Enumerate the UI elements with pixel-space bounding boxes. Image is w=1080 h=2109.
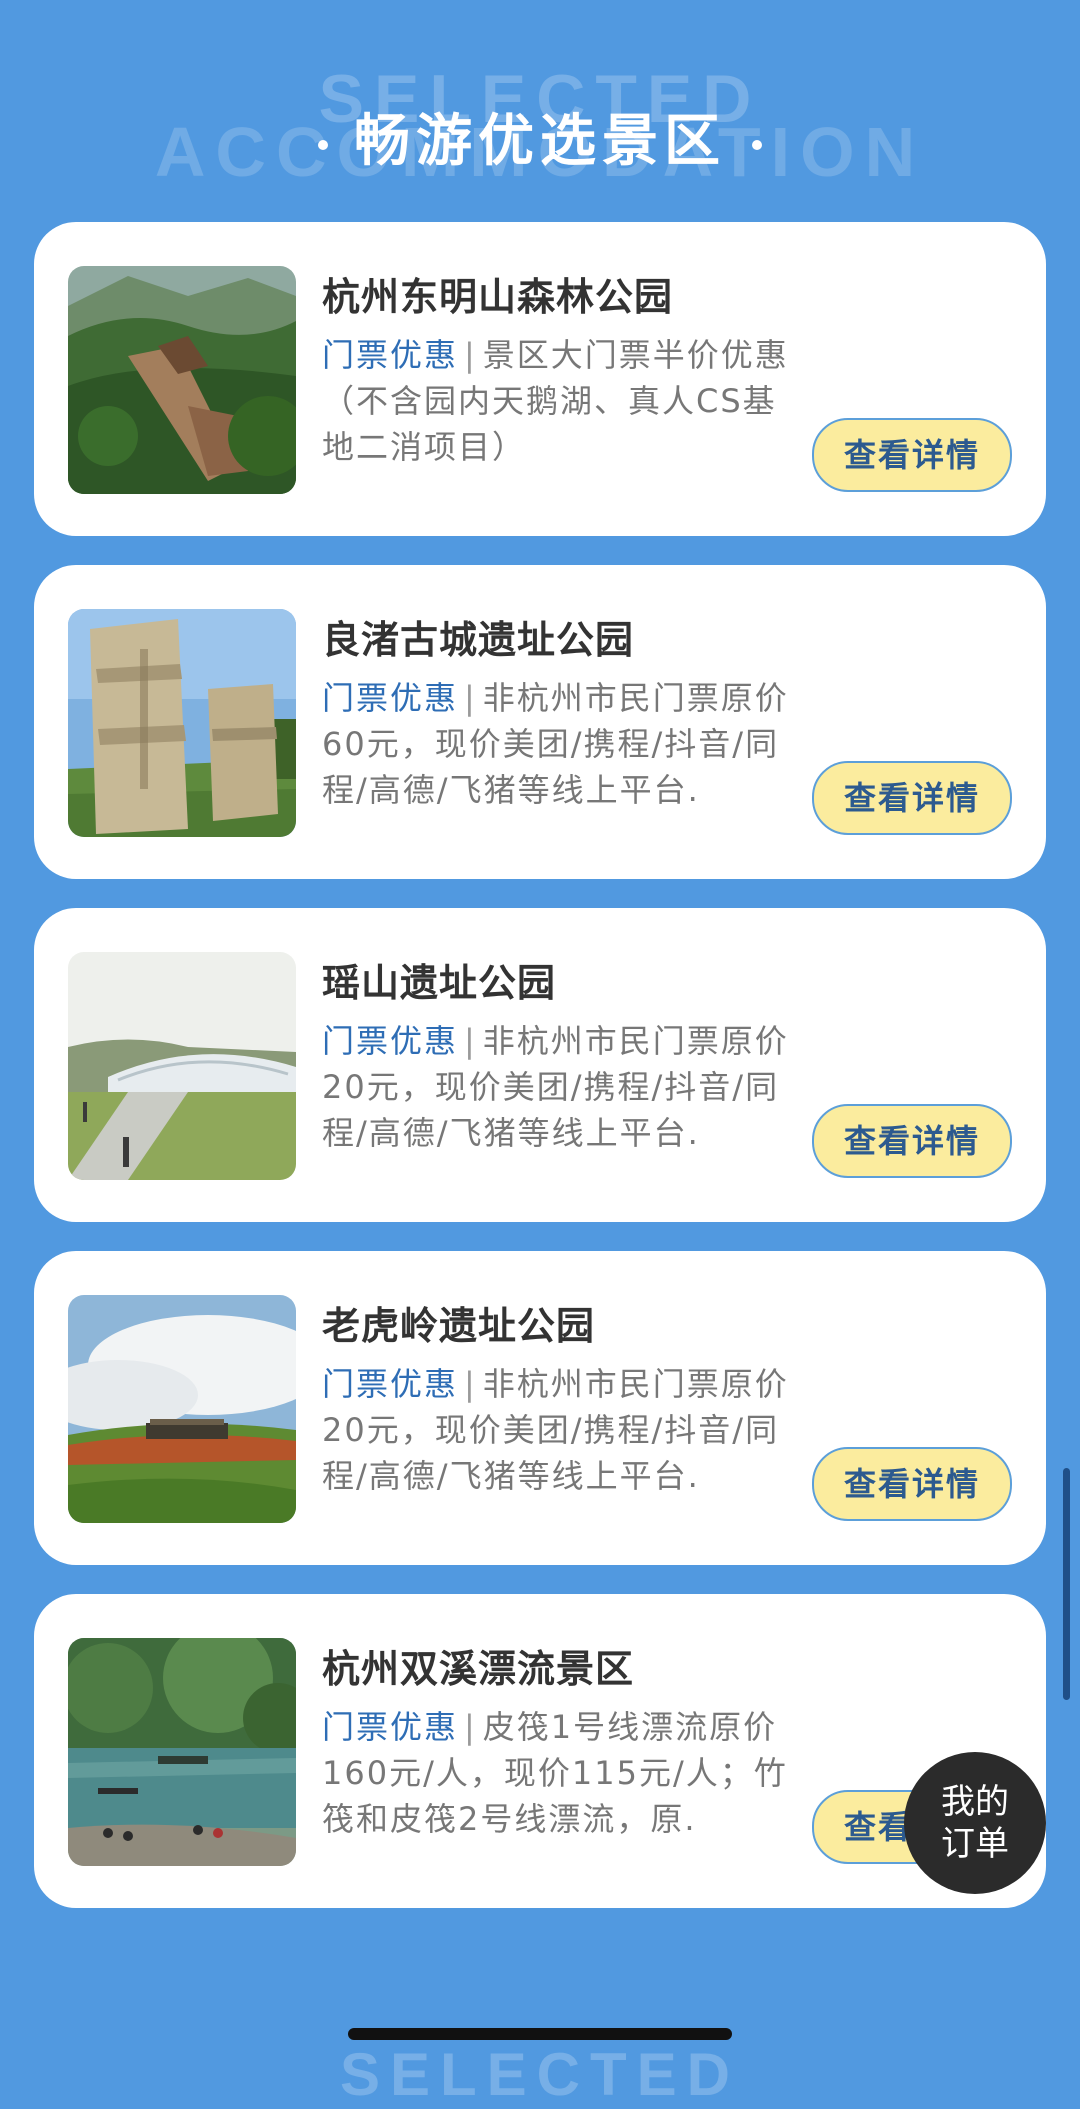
view-details-button[interactable]: 查看详情 — [812, 761, 1012, 835]
discount-tag: 门票优惠 — [322, 1365, 459, 1403]
scenic-thumbnail[interactable] — [68, 266, 296, 494]
scenic-description: 门票优惠 | 皮筏1号线漂流原价160元/人，现价115元/人；竹筏和皮筏2号线漂流… — [322, 1704, 802, 1842]
scenic-card[interactable]: 良渚古城遗址公园 门票优惠 | 非杭州市民门票原价60元，现价美团/携程/抖音/同程… — [34, 565, 1046, 879]
scenic-title: 杭州双溪漂流景区 — [322, 1647, 635, 1691]
scenic-title: 瑶山遗址公园 — [322, 961, 557, 1005]
separator: | — [464, 1365, 477, 1403]
scrollbar[interactable] — [1063, 1468, 1070, 1700]
my-orders-line2: 订单 — [941, 1824, 1009, 1864]
scenic-card[interactable]: 杭州双溪漂流景区 门票优惠 | 皮筏1号线漂流原价160元/人，现价115元/人；竹… — [34, 1594, 1046, 1908]
scenic-thumbnail[interactable] — [68, 1295, 296, 1523]
scenic-description: 门票优惠 | 非杭州市民门票原价20元，现价美团/携程/抖音/同程/高德/飞猪等线上… — [322, 1361, 802, 1499]
separator: | — [464, 679, 477, 717]
river-rafting-photo — [68, 1638, 296, 1866]
section-title-text: 畅游优选景区 — [354, 109, 726, 174]
my-orders-line1: 我的 — [941, 1782, 1009, 1822]
view-details-button[interactable]: 查看详情 — [812, 1104, 1012, 1178]
scenic-title: 杭州东明山森林公园 — [322, 275, 674, 319]
dome-building-photo — [68, 952, 296, 1180]
scenic-description: 门票优惠 | 景区大门票半价优惠（不含园内天鹅湖、真人CS基地二消项目） — [322, 332, 802, 470]
scenic-title: 良渚古城遗址公园 — [322, 618, 635, 662]
view-details-button[interactable]: 查看详情 — [812, 1447, 1012, 1521]
separator: | — [464, 336, 477, 374]
discount-tag: 门票优惠 — [322, 1022, 459, 1060]
scenic-thumbnail[interactable] — [68, 952, 296, 1180]
dot-icon — [752, 139, 762, 150]
section-header: SELECTED ACCOMMODATION 畅游优选景区 — [0, 40, 1080, 200]
scenic-card[interactable]: 老虎岭遗址公园 门票优惠 | 非杭州市民门票原价20元，现价美团/携程/抖音/同程/… — [34, 1251, 1046, 1565]
my-orders-button[interactable]: 我的 订单 — [904, 1752, 1046, 1894]
forest-temple-photo — [68, 266, 296, 494]
scenic-description: 门票优惠 | 非杭州市民门票原价60元，现价美团/携程/抖音/同程/高德/飞猪等线上… — [322, 675, 802, 813]
scenic-card[interactable]: 杭州东明山森林公园 门票优惠 | 景区大门票半价优惠（不含园内天鹅湖、真人CS基地二… — [34, 222, 1046, 536]
separator: | — [464, 1022, 477, 1060]
stone-monument-photo — [68, 609, 296, 837]
scenic-thumbnail[interactable] — [68, 1638, 296, 1866]
view-details-button[interactable]: 查看详情 — [812, 418, 1012, 492]
hill-pavilion-photo — [68, 1295, 296, 1523]
dot-icon — [318, 139, 328, 150]
separator: | — [464, 1708, 477, 1746]
footer-bg-word: SELECTED — [339, 2041, 741, 2108]
scenic-card[interactable]: 瑶山遗址公园 门票优惠 | 非杭州市民门票原价20元，现价美团/携程/抖音/同程/高… — [34, 908, 1046, 1222]
section-title: 畅游优选景区 — [0, 96, 1080, 177]
discount-tag: 门票优惠 — [322, 679, 459, 717]
discount-tag: 门票优惠 — [322, 1708, 459, 1746]
home-indicator[interactable] — [348, 2028, 732, 2040]
scenic-thumbnail[interactable] — [68, 609, 296, 837]
scenic-description: 门票优惠 | 非杭州市民门票原价20元，现价美团/携程/抖音/同程/高德/飞猪等线上… — [322, 1018, 802, 1156]
discount-tag: 门票优惠 — [322, 336, 459, 374]
scenic-title: 老虎岭遗址公园 — [322, 1304, 596, 1348]
